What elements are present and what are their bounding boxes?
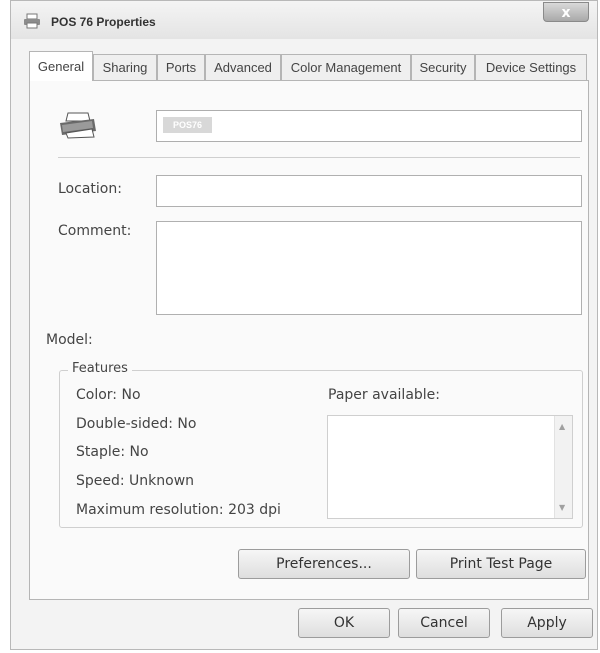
tab-sharing[interactable]: Sharing <box>93 54 157 80</box>
preferences-button[interactable]: Preferences... <box>238 549 410 579</box>
window-title: POS 76 Properties <box>51 15 156 29</box>
model-label: Model: <box>46 332 93 348</box>
comment-label: Comment: <box>58 223 132 239</box>
comment-input[interactable] <box>156 221 582 315</box>
feature-double-sided: Double-sided: No <box>76 416 197 432</box>
location-input[interactable] <box>156 175 582 207</box>
general-panel: POS76 Location: Comment: Model: Features… <box>29 80 589 600</box>
apply-button[interactable]: Apply <box>501 608 593 638</box>
paper-list[interactable]: ▲ ▼ <box>327 415 573 519</box>
location-label: Location: <box>58 181 122 197</box>
title-bar[interactable]: POS 76 Properties x <box>11 1 597 39</box>
printer-name-value: POS76 <box>163 117 213 133</box>
paper-available-label: Paper available: <box>328 387 441 403</box>
tab-advanced[interactable]: Advanced <box>205 54 281 80</box>
feature-max-resolution: Maximum resolution: 203 dpi <box>76 502 281 518</box>
scroll-down-icon[interactable]: ▼ <box>559 503 565 512</box>
features-legend: Features <box>68 361 132 376</box>
tab-security[interactable]: Security <box>411 54 475 80</box>
tab-general[interactable]: General <box>29 51 93 81</box>
printer-name-field[interactable]: POS76 <box>156 110 582 142</box>
tab-device-settings[interactable]: Device Settings <box>475 54 587 80</box>
properties-window: POS 76 Properties x General Sharing Port… <box>10 0 598 650</box>
printer-icon <box>58 111 98 143</box>
feature-speed: Speed: Unknown <box>76 473 195 489</box>
close-icon: x <box>561 5 571 21</box>
ok-button[interactable]: OK <box>298 608 390 638</box>
printer-small-icon <box>23 13 41 33</box>
paper-list-scrollbar[interactable]: ▲ ▼ <box>554 416 572 518</box>
close-button[interactable]: x <box>543 2 589 22</box>
print-test-page-button[interactable]: Print Test Page <box>416 549 586 579</box>
scroll-up-icon[interactable]: ▲ <box>559 422 565 431</box>
tab-color-management[interactable]: Color Management <box>281 54 411 80</box>
features-group: Features Color: No Double-sided: No Stap… <box>59 361 583 528</box>
feature-color: Color: No <box>76 387 141 403</box>
feature-staple: Staple: No <box>76 444 149 460</box>
cancel-button[interactable]: Cancel <box>398 608 490 638</box>
tab-ports[interactable]: Ports <box>157 54 205 80</box>
divider <box>58 157 580 158</box>
